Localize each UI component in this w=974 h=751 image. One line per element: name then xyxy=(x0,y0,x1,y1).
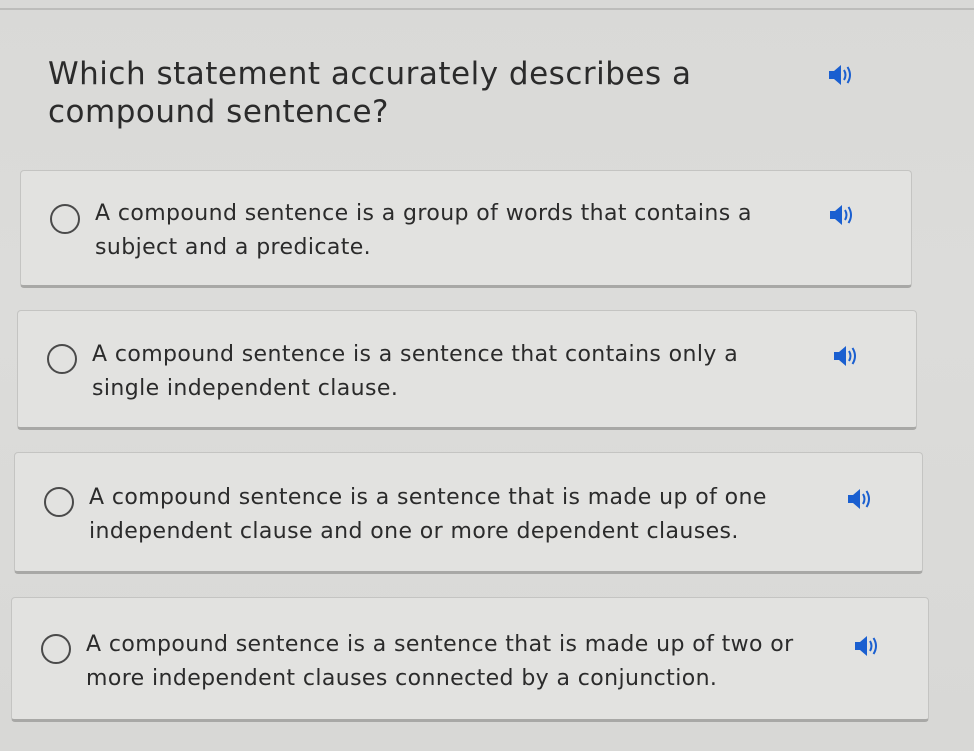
radio-button[interactable] xyxy=(50,204,80,234)
speaker-icon xyxy=(829,204,855,226)
option-text: A compound sentence is a sentence that i… xyxy=(86,632,794,691)
option-text: A compound sentence is a sentence that i… xyxy=(89,485,767,544)
option-audio-button[interactable] xyxy=(847,488,873,510)
answer-option-1[interactable]: A compound sentence is a group of words … xyxy=(20,170,912,288)
speaker-icon xyxy=(854,635,880,657)
option-audio-button[interactable] xyxy=(854,635,880,657)
option-audio-button[interactable] xyxy=(829,204,855,226)
question-audio-button[interactable] xyxy=(828,64,854,86)
radio-button[interactable] xyxy=(47,344,77,374)
answer-option-4[interactable]: A compound sentence is a sentence that i… xyxy=(11,597,929,722)
radio-button[interactable] xyxy=(41,634,71,664)
option-text: A compound sentence is a group of words … xyxy=(95,201,752,260)
question-text: Which statement accurately describes a c… xyxy=(48,56,692,130)
speaker-icon xyxy=(828,64,854,86)
answer-option-3[interactable]: A compound sentence is a sentence that i… xyxy=(14,452,923,574)
speaker-icon xyxy=(833,345,859,367)
answer-option-2[interactable]: A compound sentence is a sentence that c… xyxy=(17,310,917,430)
top-divider xyxy=(0,8,974,10)
option-audio-button[interactable] xyxy=(833,345,859,367)
speaker-icon xyxy=(847,488,873,510)
option-text: A compound sentence is a sentence that c… xyxy=(92,342,739,401)
radio-button[interactable] xyxy=(44,487,74,517)
